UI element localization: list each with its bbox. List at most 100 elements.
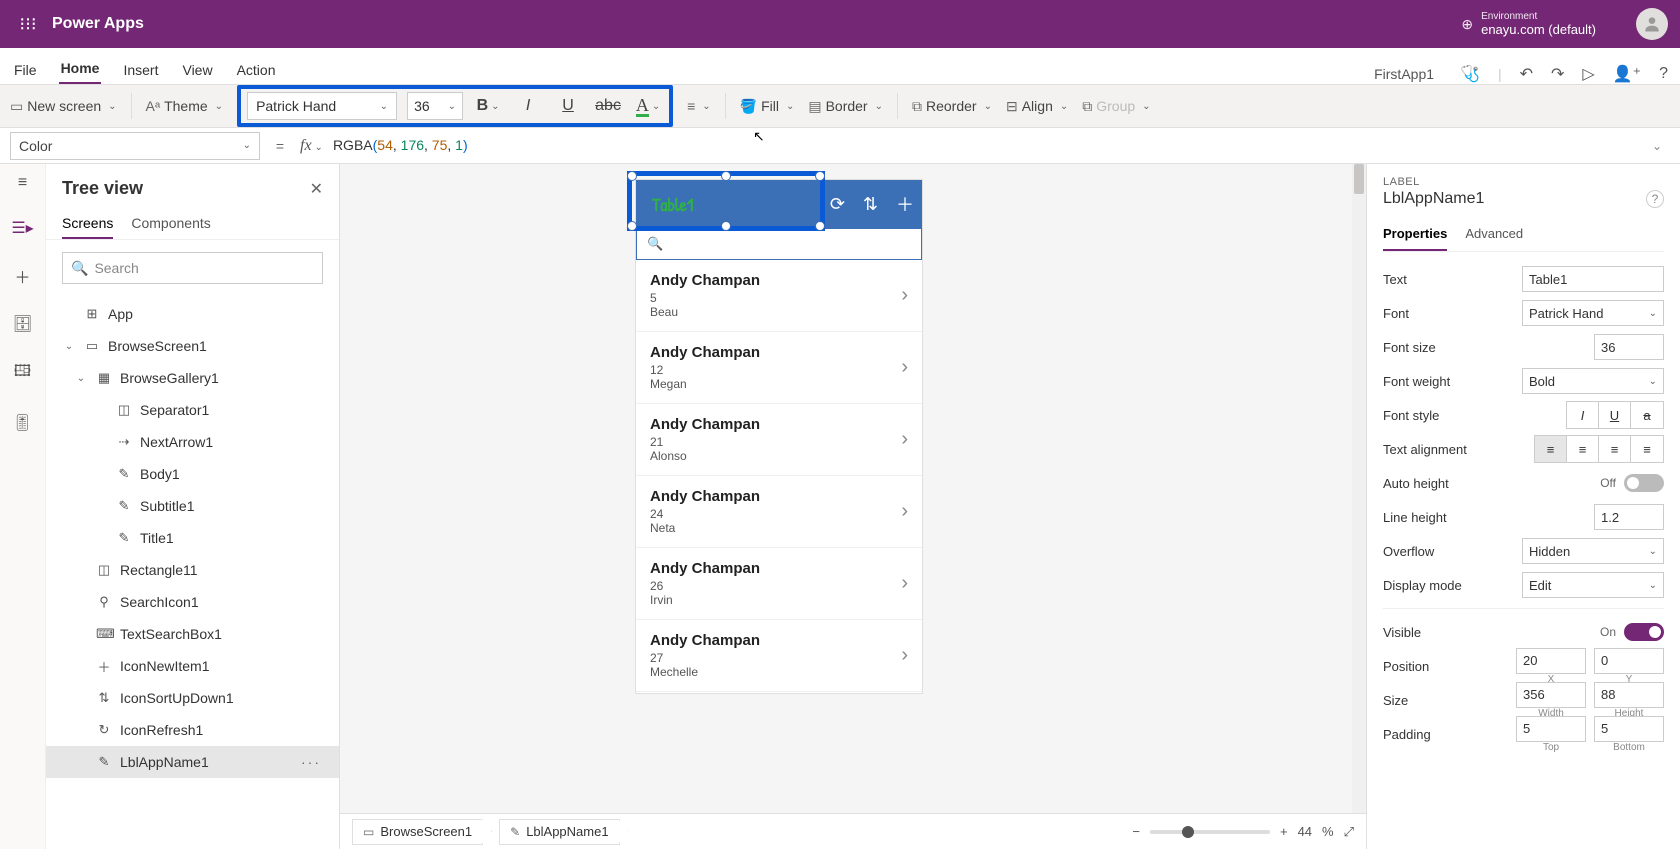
new-screen-button[interactable]: ▭New screen⌄ (10, 98, 117, 115)
gallery-item[interactable]: Andy Champan24Neta› (636, 476, 922, 548)
underline-toggle[interactable]: U (1599, 402, 1631, 428)
property-dropdown[interactable]: Color⌄ (10, 132, 260, 160)
refresh-icon[interactable]: ⟳ (830, 194, 845, 215)
gallery-item[interactable]: Andy Champan12Megan› (636, 332, 922, 404)
add-icon[interactable]: ＋ (896, 191, 914, 217)
share-icon[interactable]: 👤⁺ (1613, 64, 1641, 84)
zoom-slider[interactable] (1150, 830, 1270, 834)
menu-insert[interactable]: Insert (121, 56, 160, 84)
prop-x-input[interactable]: 20 (1516, 648, 1586, 674)
formula-expand-icon[interactable]: ⌄ (1652, 139, 1670, 153)
underline-button[interactable]: U (553, 92, 583, 120)
prop-width-input[interactable]: 356 (1516, 682, 1586, 708)
chevron-right-icon[interactable]: › (901, 572, 908, 595)
gallery-item[interactable]: Andy Champan27Mechelle› (636, 620, 922, 692)
prop-font-dropdown[interactable]: Patrick Hand⌄ (1522, 300, 1664, 326)
font-family-dropdown[interactable]: Patrick Hand⌄ (247, 92, 397, 120)
breadcrumb-control[interactable]: ✎LblAppName1 (499, 819, 619, 845)
menu-action[interactable]: Action (235, 56, 278, 84)
app-title-label[interactable]: Table1 (652, 192, 693, 217)
sort-icon[interactable]: ⇅ (863, 194, 878, 215)
align-left-option[interactable]: ≡ (1535, 436, 1567, 462)
strikethrough-button[interactable]: abc (593, 92, 623, 120)
tree-node[interactable]: ✎Body1 (46, 458, 339, 490)
tree-node[interactable]: ✎Subtitle1 (46, 490, 339, 522)
border-button[interactable]: ▤Border⌄ (808, 98, 883, 115)
user-avatar[interactable] (1636, 8, 1668, 40)
tree-node[interactable]: ⚲SearchIcon1 (46, 586, 339, 618)
insert-icon[interactable]: ＋ (14, 264, 30, 288)
tree-search-input[interactable]: 🔍 Search (62, 252, 323, 284)
menu-view[interactable]: View (180, 56, 214, 84)
theme-button[interactable]: AᵃTheme⌄ (146, 98, 224, 114)
breadcrumb-screen[interactable]: ▭BrowseScreen1 (352, 819, 483, 845)
prop-text-input[interactable]: Table1 (1522, 266, 1664, 292)
menu-home[interactable]: Home (59, 54, 102, 84)
tree-node[interactable]: ✎LblAppName1··· (46, 746, 339, 778)
app-file-name[interactable]: FirstApp1 (1374, 66, 1434, 82)
align-objects-button[interactable]: ⊟Align⌄ (1006, 98, 1068, 115)
font-size-dropdown[interactable]: 36⌄ (407, 92, 463, 120)
prop-auto-height-toggle[interactable] (1624, 474, 1664, 492)
tree-node[interactable]: ＋IconNewItem1 (46, 650, 339, 682)
prop-pad-top-input[interactable]: 5 (1516, 716, 1586, 742)
zoom-in-icon[interactable]: + (1280, 824, 1288, 839)
canvas-area[interactable]: Table1 ⟳ ⇅ ＋ 🔍 Andy Champan5Beau›Andy Ch… (340, 164, 1366, 849)
strike-toggle[interactable]: a (1631, 402, 1663, 428)
fill-button[interactable]: 🪣Fill⌄ (740, 98, 795, 115)
font-color-button[interactable]: A⌄ (633, 92, 663, 120)
text-align-button[interactable]: ≡⌄ (687, 98, 711, 114)
tree-view-icon[interactable]: ☰▸ (11, 218, 33, 238)
chevron-right-icon[interactable]: › (901, 284, 908, 307)
tab-properties[interactable]: Properties (1383, 218, 1447, 251)
search-items-input[interactable]: 🔍 (636, 228, 922, 260)
tree-node[interactable]: ⌄▭BrowseScreen1 (46, 330, 339, 362)
prop-display-mode-dropdown[interactable]: Edit⌄ (1522, 572, 1664, 598)
align-justify-option[interactable]: ≡ (1631, 436, 1663, 462)
fit-screen-icon[interactable]: ⤢ (1344, 824, 1354, 840)
tree-node[interactable]: ⊞App (46, 298, 339, 330)
fx-icon[interactable]: fx⌄ (300, 137, 323, 155)
redo-icon[interactable]: ↷ (1551, 64, 1564, 84)
media-icon[interactable]: 🖽 (14, 360, 31, 387)
tree-node[interactable]: ⌄▦BrowseGallery1 (46, 362, 339, 394)
italic-toggle[interactable]: I (1567, 402, 1599, 428)
advanced-tools-icon[interactable]: 🎚 (12, 413, 32, 433)
prop-visible-toggle[interactable] (1624, 623, 1664, 641)
prop-pad-bottom-input[interactable]: 5 (1594, 716, 1664, 742)
close-icon[interactable]: ✕ (310, 179, 323, 199)
tree-node[interactable]: ✎Title1 (46, 522, 339, 554)
tree-node[interactable]: ⌨TextSearchBox1 (46, 618, 339, 650)
prop-y-input[interactable]: 0 (1594, 648, 1664, 674)
italic-button[interactable]: I (513, 92, 543, 120)
tree-node[interactable]: ↻IconRefresh1 (46, 714, 339, 746)
environment-picker[interactable]: Environment enayu.com (default) (1481, 11, 1596, 37)
chevron-right-icon[interactable]: › (901, 428, 908, 451)
app-checker-icon[interactable]: 🩺 (1460, 64, 1480, 84)
formula-input[interactable]: RGBA(54, 176, 75, 1) (333, 137, 468, 154)
chevron-right-icon[interactable]: › (901, 356, 908, 379)
prop-font-weight-dropdown[interactable]: Bold⌄ (1522, 368, 1664, 394)
menu-file[interactable]: File (12, 56, 39, 84)
tree-node[interactable]: ◫Separator1 (46, 394, 339, 426)
zoom-out-icon[interactable]: − (1132, 824, 1140, 839)
reorder-button[interactable]: ⧉Reorder⌄ (912, 98, 992, 115)
prop-height-input[interactable]: 88 (1594, 682, 1664, 708)
help-icon[interactable]: ? (1659, 65, 1668, 83)
prop-font-style-segmented[interactable]: I U a (1566, 401, 1664, 429)
hamburger-icon[interactable]: ≡ (18, 174, 27, 192)
prop-text-align-segmented[interactable]: ≡ ≡ ≡ ≡ (1534, 435, 1664, 463)
chevron-right-icon[interactable]: › (901, 644, 908, 667)
tab-screens[interactable]: Screens (62, 209, 113, 239)
align-center-option[interactable]: ≡ (1567, 436, 1599, 462)
tab-advanced[interactable]: Advanced (1465, 218, 1523, 251)
gallery-item[interactable]: Andy Champan21Alonso› (636, 404, 922, 476)
tree-node[interactable]: ⇅IconSortUpDown1 (46, 682, 339, 714)
play-icon[interactable]: ▷ (1582, 64, 1594, 84)
bold-button[interactable]: B⌄ (473, 92, 503, 120)
undo-icon[interactable]: ↶ (1520, 64, 1533, 84)
prop-line-height-input[interactable]: 1.2 (1594, 504, 1664, 530)
prop-overflow-dropdown[interactable]: Hidden⌄ (1522, 538, 1664, 564)
gallery-item[interactable]: Andy Champan5Beau› (636, 260, 922, 332)
tree-node[interactable]: ◫Rectangle11 (46, 554, 339, 586)
